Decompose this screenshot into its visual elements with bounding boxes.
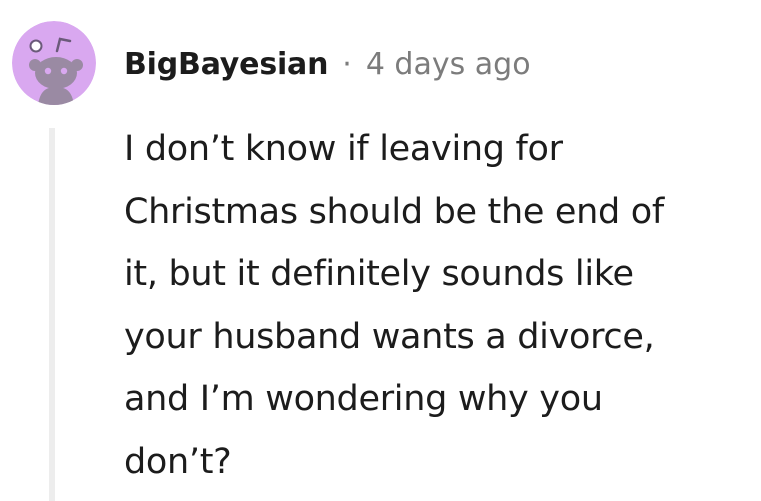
comment-body: I don’t know if leaving for Christmas sh…	[124, 118, 756, 494]
thread-collapse-line[interactable]	[49, 128, 55, 501]
snoo-avatar-icon	[12, 21, 96, 105]
comment-body-line: and I’m wondering why you	[124, 379, 603, 420]
comment-body-line: your husband wants a divorce,	[124, 316, 655, 357]
comment-body-line: I don’t know if leaving for	[124, 129, 563, 169]
comment-body-line: don’t?	[124, 441, 232, 482]
username-link[interactable]: BigBayesian	[124, 47, 328, 82]
avatar[interactable]	[12, 21, 96, 105]
comment-body-line: Christmas should be the end of	[124, 191, 664, 232]
comment: BigBayesian · 4 days ago I don’t know if…	[0, 0, 761, 501]
timestamp-link[interactable]: 4 days ago	[366, 47, 531, 82]
comment-body-line: it, but it definitely sounds like	[124, 254, 634, 295]
meta-separator: ·	[342, 46, 352, 82]
comment-meta: BigBayesian · 4 days ago	[124, 42, 531, 86]
